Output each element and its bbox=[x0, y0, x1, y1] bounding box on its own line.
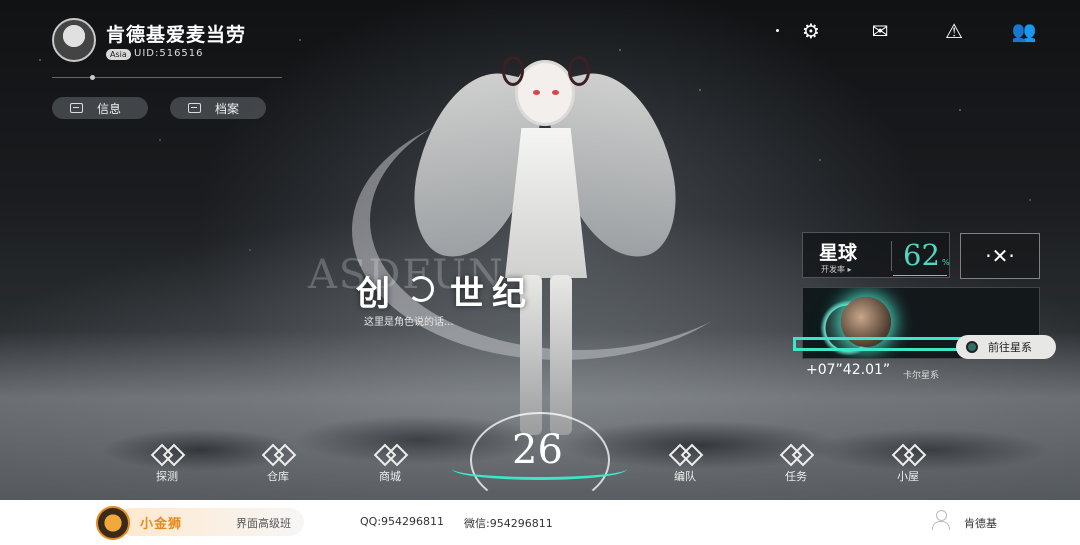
development-rate-unit: % bbox=[942, 258, 950, 267]
nav-explore-label: 探测 bbox=[156, 470, 178, 483]
profile-divider bbox=[52, 77, 282, 78]
nav-quests[interactable]: 任务 bbox=[766, 445, 826, 484]
galaxy-radio-icon bbox=[966, 341, 978, 353]
user-icon bbox=[932, 510, 950, 530]
title-swirl-emblem bbox=[408, 276, 434, 302]
mail-icon[interactable]: ✉ bbox=[868, 20, 892, 42]
nav-quests-label: 任务 bbox=[785, 470, 807, 483]
planet-name: 星球 bbox=[819, 242, 858, 264]
diamond-icon bbox=[893, 445, 923, 465]
development-rate-value: 62 bbox=[903, 238, 940, 272]
footer-author: 肯德基 bbox=[964, 517, 997, 530]
title-right-chars: 世纪 bbox=[450, 274, 534, 314]
development-rate-label: 开发率 ▸ bbox=[821, 265, 852, 274]
nav-team[interactable]: 编队 bbox=[655, 445, 715, 484]
character-eye-left bbox=[533, 90, 540, 95]
galaxy-accent-bar bbox=[793, 337, 968, 351]
nav-shop[interactable]: 商城 bbox=[360, 445, 420, 484]
galaxy-coordinate: +07”42.01” bbox=[806, 362, 891, 378]
nav-shop-label: 商城 bbox=[379, 470, 401, 483]
game-title: 创 世纪 bbox=[356, 266, 534, 315]
character-dialogue: 这里是角色说的话... bbox=[364, 317, 454, 328]
brand-name: 小金狮 bbox=[140, 517, 183, 532]
diamond-icon bbox=[781, 445, 811, 465]
qq-contact: QQ:954296811 bbox=[360, 515, 445, 528]
player-username: 肯德基爱麦当劳 bbox=[106, 24, 247, 46]
nav-explore[interactable]: 探测 bbox=[137, 445, 197, 484]
character-head bbox=[515, 60, 575, 126]
archive-button-label: 档案 bbox=[215, 101, 240, 116]
player-level[interactable]: 26 bbox=[512, 427, 563, 473]
nav-warehouse-label: 仓库 bbox=[267, 470, 289, 483]
footer-bar: 小金狮 界面高级班 QQ:954296811 微信:954296811 肯德基 bbox=[0, 500, 1080, 545]
warning-icon[interactable]: ⚠ bbox=[942, 20, 966, 42]
go-to-galaxy-button[interactable]: 前往星系 bbox=[956, 335, 1056, 359]
brand-tagline: 界面高级班 bbox=[236, 517, 291, 530]
go-to-galaxy-label: 前往星系 bbox=[988, 341, 1032, 354]
rate-underline bbox=[893, 275, 947, 276]
region-badge: Asia bbox=[106, 49, 131, 60]
nav-team-label: 编队 bbox=[674, 470, 696, 483]
separator-dot bbox=[776, 29, 779, 32]
lion-logo-icon bbox=[96, 506, 130, 540]
nav-cabin[interactable]: 小屋 bbox=[878, 445, 938, 484]
profile-divider-dot bbox=[90, 75, 95, 80]
character-illustration[interactable] bbox=[400, 50, 690, 450]
info-button[interactable]: 信息 bbox=[52, 97, 148, 119]
archive-button[interactable]: 档案 bbox=[170, 97, 266, 119]
player-avatar[interactable] bbox=[52, 18, 96, 62]
character-leg-right bbox=[550, 275, 572, 435]
info-button-label: 信息 bbox=[97, 101, 122, 116]
nav-warehouse[interactable]: 仓库 bbox=[248, 445, 308, 484]
player-uid: UID:516516 bbox=[134, 48, 204, 59]
friends-icon[interactable]: 👥 bbox=[1012, 20, 1037, 42]
diamond-icon bbox=[152, 445, 182, 465]
character-horn-right bbox=[568, 56, 590, 86]
message-icon bbox=[188, 103, 201, 113]
nav-cabin-label: 小屋 bbox=[897, 470, 919, 483]
diamond-icon bbox=[670, 445, 700, 465]
message-icon bbox=[70, 103, 83, 113]
galaxy-name: 卡尔星系 bbox=[903, 371, 940, 381]
character-eye-right bbox=[552, 90, 559, 95]
diamond-icon bbox=[375, 445, 405, 465]
close-button[interactable]: ·✕· bbox=[960, 233, 1040, 279]
title-left-char: 创 bbox=[356, 274, 398, 314]
wechat-contact: 微信:954296811 bbox=[464, 517, 553, 530]
gear-icon[interactable]: ⚙ bbox=[799, 20, 823, 42]
character-horn-left bbox=[502, 56, 524, 86]
planet-card[interactable]: 星球 开发率 ▸ 62 % bbox=[802, 232, 950, 278]
diamond-icon bbox=[263, 445, 293, 465]
planet-card-divider bbox=[891, 241, 892, 271]
